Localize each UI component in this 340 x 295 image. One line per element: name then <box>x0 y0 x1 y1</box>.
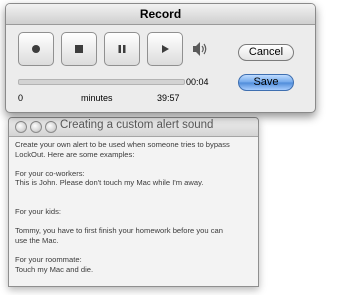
pause-icon <box>118 45 126 53</box>
stop-button[interactable] <box>61 32 97 66</box>
save-button[interactable]: Save <box>238 74 294 91</box>
intro-text-line-2: LockOut. Here are some examples: <box>15 149 135 159</box>
record-sheet-title: Record <box>6 4 315 25</box>
record-sheet: Record Cancel Save 00:04 0 minutes 39:57 <box>5 3 316 113</box>
kids-example-line-1: Tommy, you have to first finish your hom… <box>15 226 223 236</box>
roommate-example: Touch my Mac and die. <box>15 264 94 274</box>
scale-start-label: 0 <box>18 93 24 103</box>
coworkers-example: This is John. Please don't touch my Mac … <box>15 178 204 188</box>
minimize-window-icon[interactable] <box>30 121 42 133</box>
roommate-heading: For your roommate: <box>15 255 82 265</box>
alert-window-titlebar[interactable]: Creating a custom alert sound <box>9 118 258 137</box>
scale-end-label: 39:57 <box>157 93 180 103</box>
elapsed-time: 00:04 <box>186 77 209 87</box>
pause-button[interactable] <box>104 32 140 66</box>
speaker-icon[interactable] <box>192 40 208 58</box>
alert-sound-window: Creating a custom alert sound Create you… <box>8 117 259 287</box>
recording-progress-bar[interactable] <box>18 79 185 85</box>
alert-window-content: Create your own alert to be used when so… <box>15 140 255 274</box>
record-icon <box>32 45 40 53</box>
close-window-icon[interactable] <box>15 121 27 133</box>
play-button[interactable] <box>147 32 183 66</box>
scale-unit-label: minutes <box>81 93 113 103</box>
zoom-window-icon[interactable] <box>45 121 57 133</box>
coworkers-heading: For your co-workers: <box>15 168 85 178</box>
kids-heading: For your kids: <box>15 207 61 217</box>
kids-example-line-2: use the Mac. <box>15 235 59 245</box>
screen: Creating a custom alert sound Create you… <box>0 0 340 295</box>
intro-text-line-1: Create your own alert to be used when so… <box>15 140 230 149</box>
alert-window-title: Creating a custom alert sound <box>60 119 214 131</box>
stop-icon <box>75 45 83 53</box>
record-button[interactable] <box>18 32 54 66</box>
cancel-button[interactable]: Cancel <box>238 44 294 61</box>
play-icon <box>162 45 169 53</box>
